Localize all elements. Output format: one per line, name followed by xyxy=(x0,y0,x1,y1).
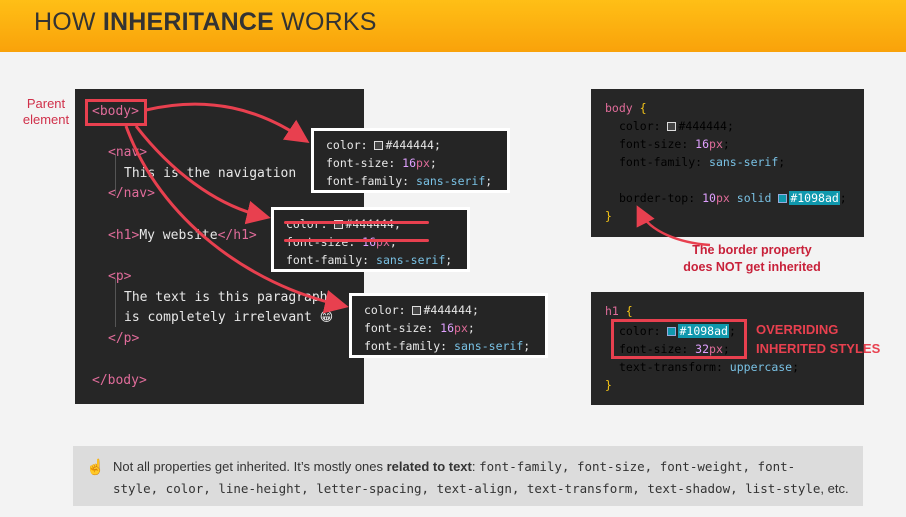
arrow-to-h1 xyxy=(134,125,271,225)
arrow-to-nav xyxy=(145,102,310,143)
inheritance-arrows xyxy=(124,102,711,314)
arrow-to-border xyxy=(636,205,711,247)
tip-box: ☝ Not all properties get inherited. It’s… xyxy=(73,446,863,506)
pointing-hand-icon: ☝ xyxy=(86,459,105,476)
tip-text: Not all properties get inherited. It’s m… xyxy=(113,459,849,496)
